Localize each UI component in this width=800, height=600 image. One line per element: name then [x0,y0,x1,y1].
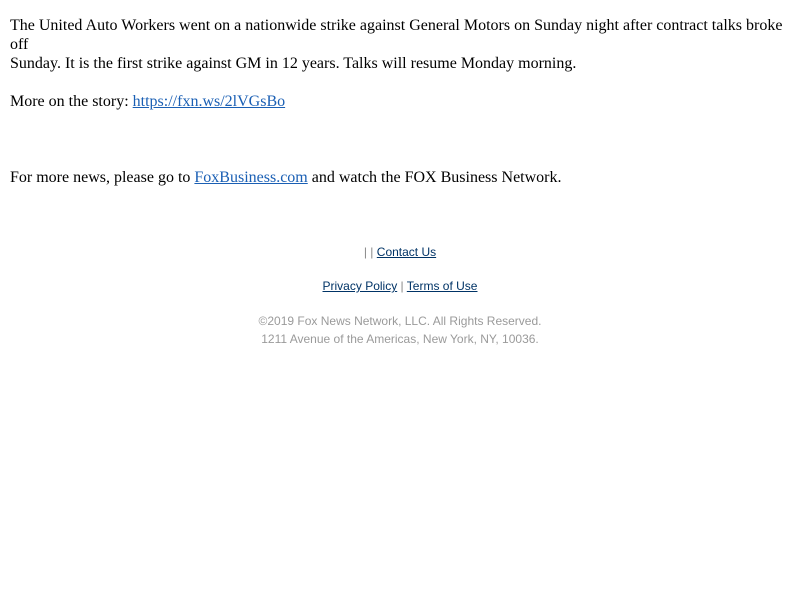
more-news-line: For more news, please go to FoxBusiness.… [10,168,790,187]
footer: | | Contact Us Privacy Policy | Terms of… [10,244,790,348]
contact-us-link[interactable]: Contact Us [377,245,436,259]
email-body: The United Auto Workers went on a nation… [0,0,800,600]
terms-of-use-link[interactable]: Terms of Use [407,279,478,293]
foxbusiness-link[interactable]: FoxBusiness.com [194,169,307,186]
story-prefix: More on the story: [10,93,133,110]
footer-separator: | [400,279,404,293]
copyright-text: ©2019 Fox News Network, LLC. All Rights … [258,314,542,328]
article-text-line1: The United Auto Workers went on a nation… [10,17,783,53]
more-news-suffix: and watch the FOX Business Network. [307,169,562,186]
story-line: More on the story: https://fxn.ws/2lVGsB… [10,92,790,111]
footer-legal-row: Privacy Policy | Terms of Use [10,278,790,294]
privacy-policy-link[interactable]: Privacy Policy [323,279,398,293]
footer-top-row: | | Contact Us [10,244,790,260]
story-link[interactable]: https://fxn.ws/2lVGsBo [133,93,285,110]
more-news-prefix: For more news, please go to [10,169,195,186]
footer-separators: | | [363,245,374,259]
article-paragraph: The United Auto Workers went on a nation… [10,16,790,73]
article-text-line2: Sunday. It is the first strike against G… [10,55,577,72]
address-text: 1211 Avenue of the Americas, New York, N… [261,332,539,346]
